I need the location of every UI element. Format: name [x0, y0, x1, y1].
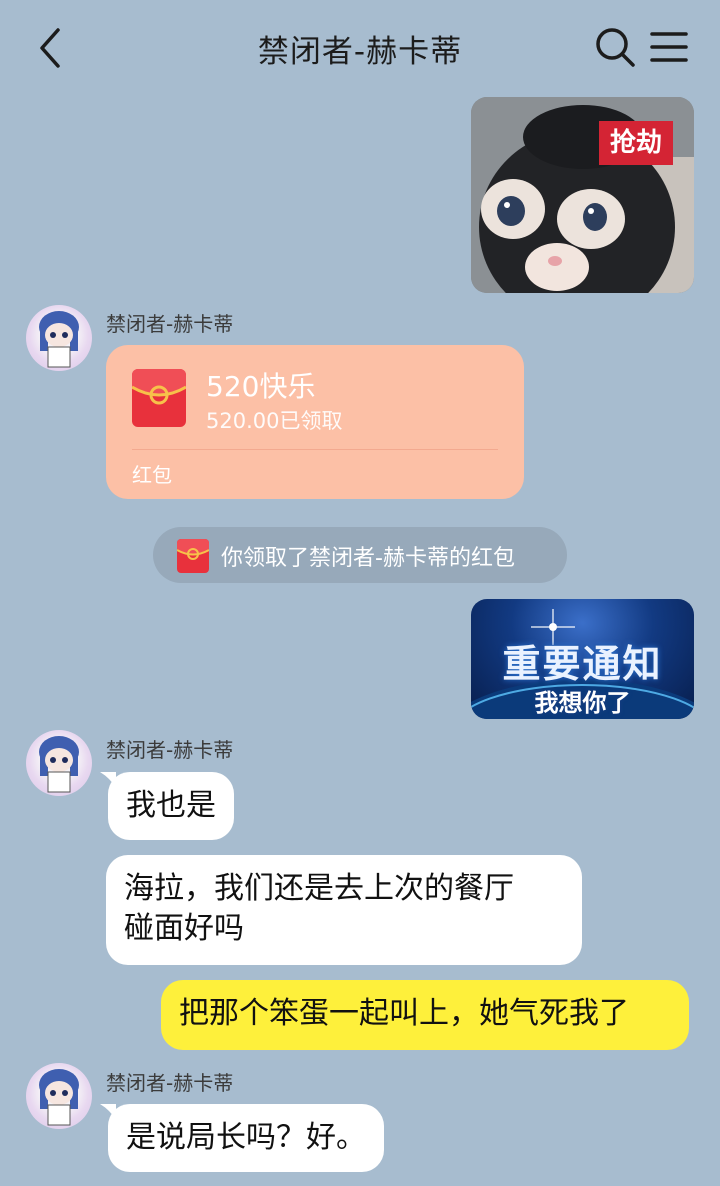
red-packet-status: 520.00已领取: [206, 409, 343, 433]
bubble-tail: [100, 772, 116, 788]
sticker-notice-image[interactable]: 重要通知 我想你了: [471, 599, 694, 719]
avatar[interactable]: [26, 305, 92, 371]
sender-name: 禁闭者-赫卡蒂: [106, 738, 234, 762]
bubble-tail: [100, 1104, 116, 1120]
message-text: 把那个笨蛋一起叫上，她气死我了: [179, 996, 629, 1031]
sender-name: 禁闭者-赫卡蒂: [106, 1071, 234, 1095]
system-notice-text: 你领取了禁闭者-赫卡蒂的红包: [221, 546, 515, 571]
message-text: 我也是: [126, 788, 216, 823]
red-packet-icon: [177, 539, 209, 573]
avatar-character-picture: [39, 736, 79, 793]
message-text: 是说局长吗？好。: [126, 1120, 366, 1155]
menu-icon: [650, 32, 688, 62]
search-button[interactable]: [594, 26, 636, 68]
avatar[interactable]: [26, 730, 92, 796]
red-packet-card[interactable]: 520快乐 520.00已领取 红包: [106, 345, 524, 499]
search-icon: [596, 28, 635, 67]
red-packet-label: 红包: [132, 463, 172, 487]
red-packet-icon: [132, 369, 186, 427]
message-bubble-incoming[interactable]: 我也是: [108, 772, 234, 840]
sticker-notice-title: 重要通知: [502, 642, 663, 686]
sticker-notice-subtitle: 我想你了: [534, 689, 631, 717]
sender-name: 禁闭者-赫卡蒂: [106, 312, 234, 336]
message-bubble-outgoing[interactable]: 把那个笨蛋一起叫上，她气死我了: [161, 980, 689, 1050]
system-notice: 你领取了禁闭者-赫卡蒂的红包: [153, 527, 567, 583]
avatar-character-picture: [39, 311, 79, 368]
chat-header: 禁闭者-赫卡蒂: [0, 0, 720, 96]
red-packet-divider: [132, 449, 498, 450]
red-packet-title: 520快乐: [206, 370, 316, 403]
menu-button[interactable]: [650, 28, 688, 66]
sticker-robbery-image[interactable]: 抢劫: [471, 97, 694, 293]
message-text-line1: 海拉，我们还是去上次的餐厅: [124, 871, 514, 906]
avatar-character-picture: [39, 1069, 79, 1126]
sticker-tag-label: 抢劫: [599, 121, 673, 165]
avatar[interactable]: [26, 1063, 92, 1129]
message-bubble-incoming[interactable]: 海拉，我们还是去上次的餐厅 碰面好吗: [106, 855, 582, 965]
message-text-line2: 碰面好吗: [124, 911, 244, 946]
message-bubble-incoming[interactable]: 是说局长吗？好。: [108, 1104, 384, 1172]
